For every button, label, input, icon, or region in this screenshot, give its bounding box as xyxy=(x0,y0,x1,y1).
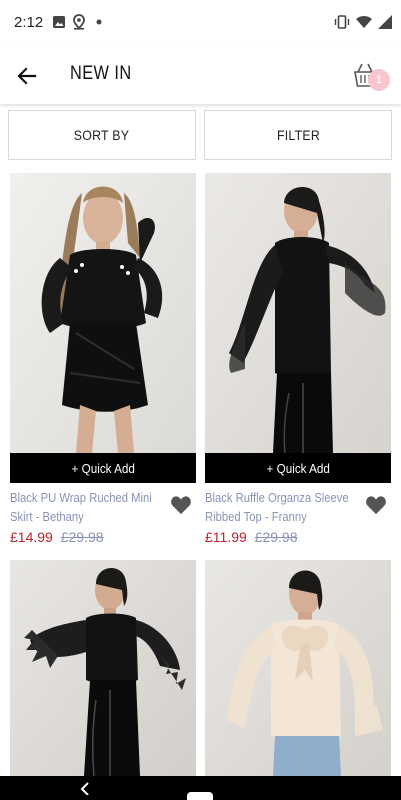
nav-back-icon[interactable] xyxy=(78,781,92,795)
basket-count-badge: 1 xyxy=(368,69,390,91)
signal-icon xyxy=(378,15,392,29)
product-name[interactable]: Black Ruffle Organza Sleeve Ribbed Top -… xyxy=(205,489,355,527)
back-arrow-icon[interactable] xyxy=(12,61,42,91)
original-price: £29.98 xyxy=(254,529,298,545)
quick-add-label: + Quick Add xyxy=(71,460,135,476)
nav-home-pill[interactable] xyxy=(187,792,213,800)
status-bar: 2:12 xyxy=(0,0,401,46)
filter-label: FILTER xyxy=(276,127,320,143)
sort-by-label: SORT BY xyxy=(74,127,130,143)
product-image[interactable] xyxy=(205,173,391,453)
quick-add-button[interactable]: + Quick Add xyxy=(10,453,196,483)
vibrate-icon xyxy=(334,15,350,29)
product-name-line1: Black PU Wrap Ruched Mini xyxy=(10,491,152,505)
app-bar: NEW IN xyxy=(0,46,401,104)
dot-icon xyxy=(96,19,102,25)
wifi-icon xyxy=(356,16,372,28)
wishlist-heart-icon[interactable] xyxy=(365,495,387,515)
product-card[interactable]: + Quick Add Black PU Wrap Ruched Mini Sk… xyxy=(10,173,196,553)
filter-button[interactable]: FILTER xyxy=(204,110,392,160)
system-nav-bar xyxy=(0,776,401,800)
product-name-line2: Skirt - Bethany xyxy=(10,510,84,524)
product-image[interactable] xyxy=(205,560,391,776)
product-card[interactable] xyxy=(205,560,391,776)
product-name[interactable]: Black PU Wrap Ruched Mini Skirt - Bethan… xyxy=(10,489,160,527)
product-card[interactable]: + Quick Add Black Ruffle Organza Sleeve … xyxy=(205,173,391,553)
original-price: £29.98 xyxy=(60,529,104,545)
wishlist-heart-icon[interactable] xyxy=(170,495,192,515)
price-row: £11.99 £29.98 xyxy=(205,529,298,545)
quick-add-label: + Quick Add xyxy=(266,460,330,476)
price-row: £14.99 £29.98 xyxy=(10,529,104,545)
sale-price: £11.99 xyxy=(205,529,247,545)
location-pin-icon xyxy=(73,14,85,30)
product-name-line1: Black Ruffle Organza Sleeve xyxy=(205,491,349,505)
quick-add-button[interactable]: + Quick Add xyxy=(205,453,391,483)
sort-by-button[interactable]: SORT BY xyxy=(8,110,196,160)
product-name-line2: Ribbed Top - Franny xyxy=(205,510,307,524)
product-image[interactable] xyxy=(10,173,196,453)
status-time: 2:12 xyxy=(14,14,44,31)
page-title: NEW IN xyxy=(70,63,132,84)
product-image[interactable] xyxy=(10,560,196,776)
product-card[interactable] xyxy=(10,560,196,776)
sale-price: £14.99 xyxy=(10,529,53,545)
image-icon xyxy=(53,16,65,28)
